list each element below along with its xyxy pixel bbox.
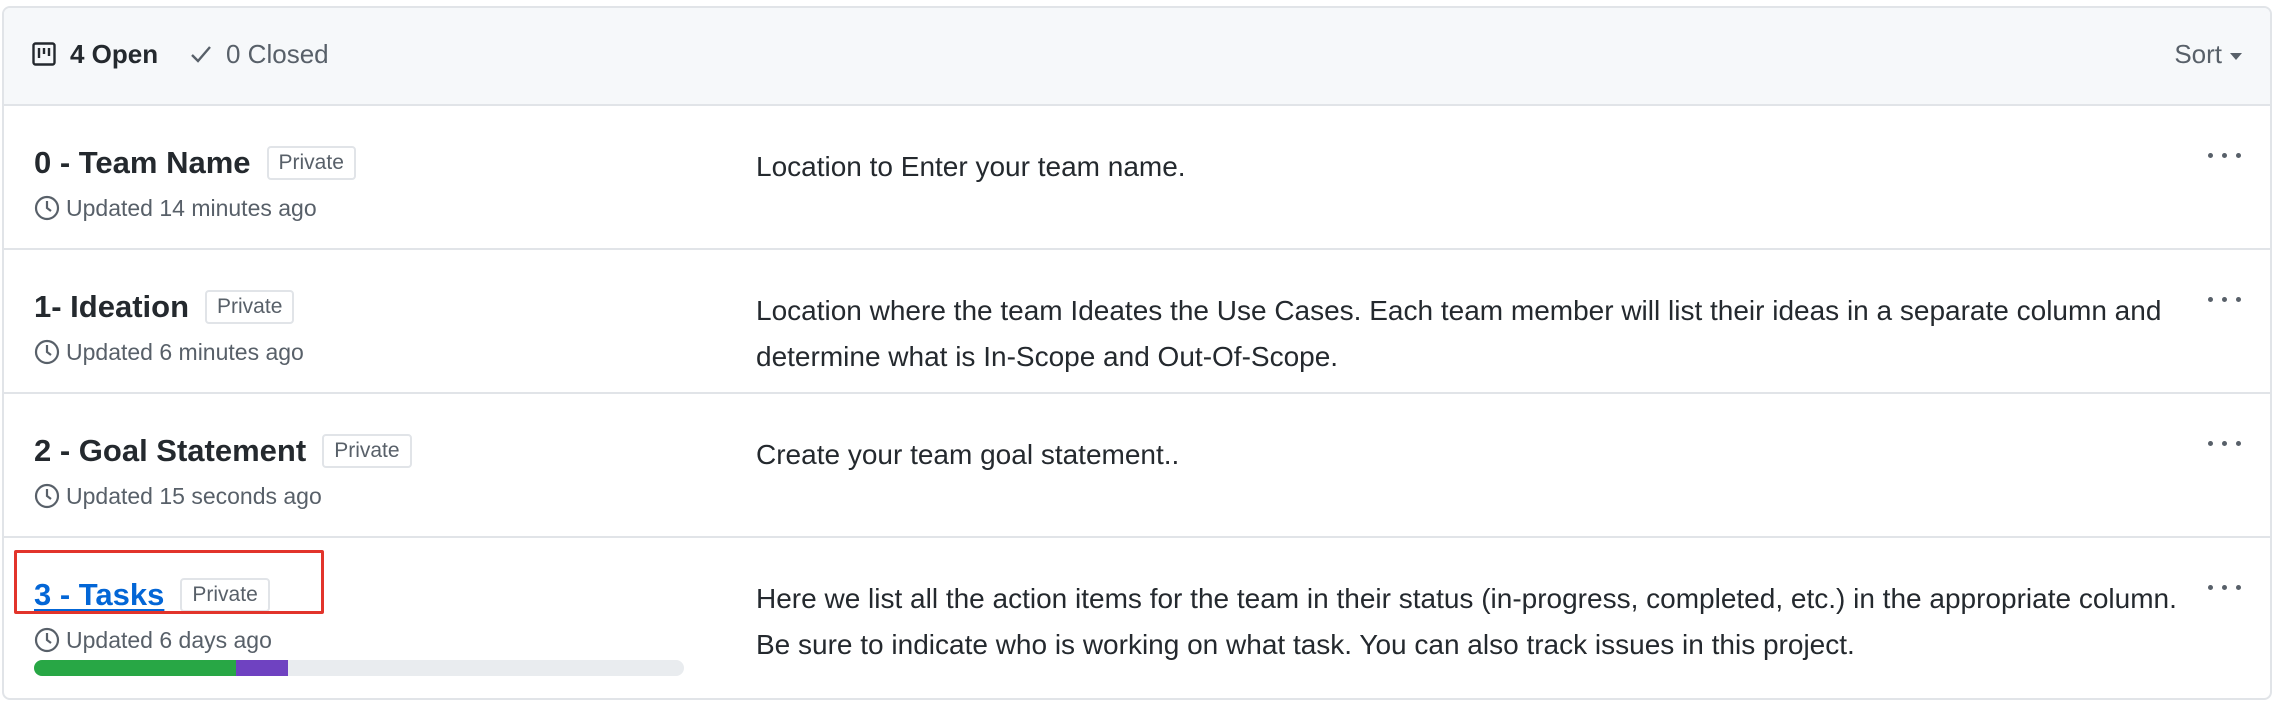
updated-text: Updated 6 days ago — [66, 627, 272, 653]
kebab-horizontal-icon[interactable] — [2208, 150, 2242, 162]
project-row: 0 - Team Name Private Updated 14 minutes… — [4, 106, 2270, 250]
project-row: 2 - Goal Statement Private Updated 15 se… — [4, 394, 2270, 538]
updated-timestamp: Updated 14 minutes ago — [34, 194, 317, 222]
project-title-link[interactable]: 0 - Team Name — [34, 144, 251, 182]
kebab-horizontal-icon[interactable] — [2208, 294, 2242, 306]
project-title-link[interactable]: 1- Ideation — [34, 288, 189, 326]
project-description: Create your team goal statement.. — [756, 439, 1180, 470]
project-description: Here we list all the action items for th… — [756, 583, 2177, 660]
projects-list-header: 4 Open 0 Closed Sort — [4, 8, 2270, 106]
selection-highlight-box — [14, 550, 324, 614]
open-projects-filter[interactable]: 4 Open — [32, 38, 158, 70]
closed-count-label: 0 Closed — [226, 39, 329, 69]
projects-list-box: 4 Open 0 Closed Sort 0 - Team Name Priva… — [2, 6, 2272, 700]
clock-icon — [34, 483, 60, 509]
updated-timestamp: Updated 6 days ago — [34, 626, 272, 654]
closed-projects-filter[interactable]: 0 Closed — [190, 38, 329, 70]
progress-in-progress-segment — [235, 660, 288, 676]
project-board-icon — [32, 42, 56, 66]
project-row: 3 - Tasks Private Updated 6 days ago Her… — [4, 538, 2270, 698]
visibility-badge: Private — [205, 290, 295, 324]
visibility-badge: Private — [322, 434, 412, 468]
updated-text: Updated 15 seconds ago — [66, 483, 322, 509]
project-description: Location to Enter your team name. — [756, 151, 1186, 182]
project-row: 1- Ideation Private Updated 6 minutes ag… — [4, 250, 2270, 394]
updated-text: Updated 14 minutes ago — [66, 195, 317, 221]
updated-text: Updated 6 minutes ago — [66, 339, 304, 365]
project-title-link[interactable]: 2 - Goal Statement — [34, 432, 306, 470]
clock-icon — [34, 195, 60, 221]
sort-dropdown[interactable]: Sort — [2174, 38, 2242, 70]
updated-timestamp: Updated 6 minutes ago — [34, 338, 304, 366]
caret-down-icon — [2230, 52, 2242, 60]
kebab-horizontal-icon[interactable] — [2208, 582, 2242, 594]
kebab-horizontal-icon[interactable] — [2208, 438, 2242, 450]
check-icon — [191, 46, 211, 63]
project-progress-bar — [34, 660, 684, 676]
project-description: Location where the team Ideates the Use … — [756, 295, 2162, 372]
progress-done-segment — [34, 660, 236, 676]
updated-timestamp: Updated 15 seconds ago — [34, 482, 322, 510]
clock-icon — [34, 627, 60, 653]
visibility-badge: Private — [266, 146, 356, 180]
open-count-label: 4 Open — [70, 39, 159, 69]
clock-icon — [34, 339, 60, 365]
sort-label: Sort — [2174, 39, 2222, 69]
